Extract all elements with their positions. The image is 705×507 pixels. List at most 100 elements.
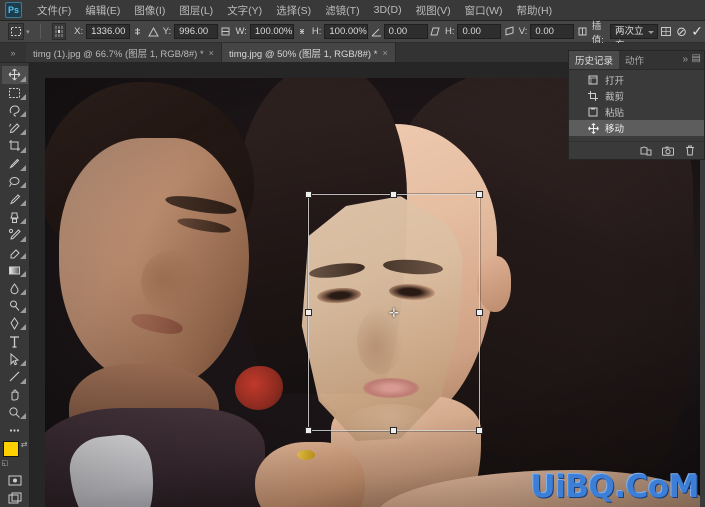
delete-state-icon[interactable] (683, 144, 696, 157)
pen-tool[interactable] (2, 315, 28, 333)
transform-handle-bottom-center[interactable] (390, 427, 397, 434)
new-document-from-state-icon[interactable] (639, 144, 652, 157)
default-colors-icon[interactable]: ◱ (2, 459, 9, 467)
close-icon[interactable]: × (209, 48, 214, 58)
menu-edit[interactable]: 编辑(E) (78, 1, 127, 20)
dodge-tool[interactable] (2, 297, 28, 315)
transform-handle-top-right[interactable] (476, 191, 483, 198)
x-input[interactable]: 1336.00 (86, 24, 131, 39)
close-icon[interactable]: × (382, 48, 387, 58)
crop-tool[interactable] (2, 137, 28, 155)
reference-point-selector[interactable] (52, 23, 67, 40)
transform-handle-top-left[interactable] (305, 191, 312, 198)
gradient-tool[interactable] (2, 261, 28, 279)
history-state-paste[interactable]: 粘贴 (569, 104, 704, 120)
transform-handle-middle-left[interactable] (305, 308, 312, 316)
link-xy-icon[interactable] (132, 24, 143, 40)
menu-file[interactable]: 文件(F) (30, 1, 78, 20)
angle-input[interactable]: 0.00 (383, 24, 428, 39)
color-swatches[interactable]: ⇄ ◱ (2, 440, 28, 467)
clone-stamp-tool[interactable] (2, 208, 28, 226)
history-panel-footer (569, 141, 704, 159)
transform-reference-point[interactable]: ✛ (388, 306, 400, 320)
commit-transform-icon[interactable]: ✓ (691, 23, 703, 40)
menu-layer[interactable]: 图层(L) (172, 1, 220, 20)
y-input[interactable]: 996.00 (174, 24, 219, 39)
menu-help[interactable]: 帮助(H) (510, 1, 560, 20)
menu-view[interactable]: 视图(V) (409, 1, 458, 20)
options-divider (39, 24, 41, 39)
interpolation-label: 插值: (591, 20, 604, 46)
interpolation-select[interactable]: 两次立方 (609, 24, 658, 51)
tab-overflow-icon[interactable]: » (0, 48, 26, 62)
skew-h-input[interactable]: 0.00 (457, 24, 502, 39)
h-input[interactable]: 100.00% (324, 24, 369, 39)
swap-colors-icon[interactable]: ⇄ (21, 440, 28, 449)
skew-v-icon[interactable] (220, 24, 231, 40)
transform-handle-bottom-right[interactable] (476, 427, 483, 434)
transform-handle-bottom-left[interactable] (305, 427, 312, 434)
skew-v-input[interactable]: 0.00 (530, 24, 575, 39)
crop-state-icon (587, 90, 599, 102)
history-state-move[interactable]: 移动 (569, 120, 704, 136)
tab-actions[interactable]: 动作 (619, 51, 650, 69)
hand-tool[interactable] (2, 386, 28, 404)
spot-healing-brush-tool[interactable] (2, 173, 28, 191)
rectangular-marquee-tool[interactable] (2, 84, 28, 102)
eraser-tool[interactable] (2, 244, 28, 262)
skew-v-icon-3[interactable] (576, 24, 587, 40)
h-label: H: (311, 26, 322, 37)
w-label: W: (235, 26, 247, 37)
document-tab-timg-1[interactable]: timg (1).jpg @ 66.7% (图层 1, RGB/8#) * × (26, 43, 222, 62)
menu-filter[interactable]: 滤镜(T) (318, 1, 366, 20)
lasso-tool[interactable] (2, 102, 28, 120)
warp-mode-icon[interactable] (660, 24, 672, 40)
free-transform-box[interactable]: ✛ (305, 191, 483, 434)
quick-mask-icon[interactable] (2, 471, 28, 489)
options-bar: ▾ X: 1336.00 Y: 996.00 W: 100.00% H: 100… (0, 20, 705, 51)
history-panel: 历史记录 动作 » ▤ 打开 裁剪 粘贴 移动 (568, 50, 705, 160)
document-tab-label: timg (1).jpg @ 66.7% (图层 1, RGB/8#) * (33, 48, 204, 60)
w-input[interactable]: 100.00% (249, 24, 294, 39)
paste-state-icon (587, 106, 599, 118)
tab-history[interactable]: 历史记录 (569, 51, 620, 69)
cancel-transform-icon[interactable]: ⊘ (676, 24, 687, 40)
angle-icon (370, 24, 381, 40)
foreground-color-swatch[interactable] (2, 441, 19, 458)
blur-drop-icon[interactable] (2, 279, 28, 297)
menu-select[interactable]: 选择(S) (269, 1, 318, 20)
type-tool[interactable] (2, 332, 28, 350)
new-snapshot-icon[interactable] (661, 144, 674, 157)
menu-type[interactable]: 文字(Y) (220, 1, 269, 20)
tool-preset-chevron-down-icon[interactable]: ▾ (26, 28, 30, 36)
panel-menu-icon[interactable]: » (682, 54, 688, 65)
document-tab-timg[interactable]: timg.jpg @ 50% (图层 1, RGB/8#) * × (221, 43, 396, 62)
move-state-icon (587, 122, 599, 134)
line-shape-tool[interactable] (2, 368, 28, 386)
history-state-label: 打开 (605, 76, 625, 87)
skew-h-icon (430, 24, 441, 40)
transform-marquee-icon[interactable] (8, 23, 25, 40)
skew-v-label: V: (518, 26, 528, 37)
warning-triangle-icon (147, 24, 159, 40)
edit-toolbar-button[interactable] (2, 421, 28, 439)
brush-tool[interactable] (2, 190, 28, 208)
menu-3d[interactable]: 3D(D) (367, 2, 409, 18)
transform-handle-middle-right[interactable] (476, 308, 483, 316)
menu-image[interactable]: 图像(I) (127, 1, 172, 20)
history-state-open[interactable]: 打开 (569, 72, 704, 88)
eyedropper-tool[interactable] (2, 155, 28, 173)
menu-window[interactable]: 窗口(W) (458, 1, 510, 20)
history-state-list[interactable]: 打开 裁剪 粘贴 移动 (569, 70, 704, 141)
history-state-crop[interactable]: 裁剪 (569, 88, 704, 104)
screen-mode-icon[interactable] (2, 489, 28, 507)
transform-handle-top-center[interactable] (390, 191, 397, 198)
path-selection-tool[interactable] (2, 350, 28, 368)
chain-link-icon[interactable] (296, 24, 308, 40)
photoshop-logo-icon[interactable]: Ps (5, 2, 22, 18)
move-tool[interactable] (1, 66, 28, 84)
collapse-panel-icon[interactable]: ▤ (692, 53, 701, 64)
zoom-tool[interactable] (2, 404, 28, 422)
history-brush-tool[interactable] (2, 226, 28, 244)
quick-selection-tool[interactable] (2, 119, 28, 137)
